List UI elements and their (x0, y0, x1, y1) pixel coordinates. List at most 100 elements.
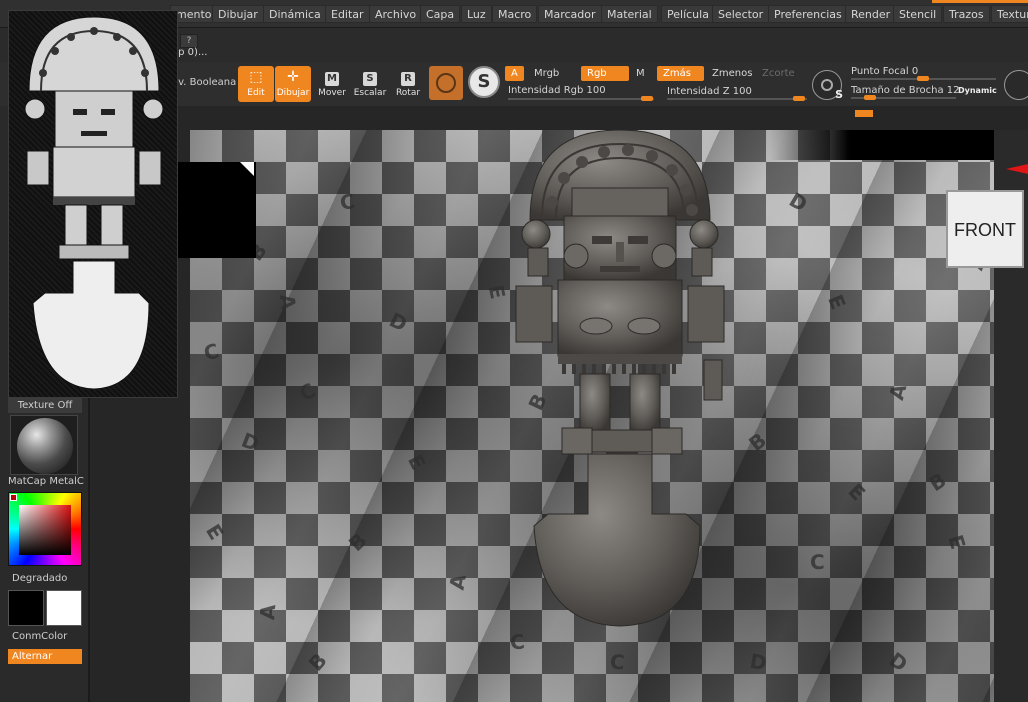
texture-button[interactable]: Texture Off (8, 398, 82, 413)
draw-button[interactable]: ✛ Dibujar (275, 66, 311, 102)
rgb-intensity-slider[interactable]: Intensidad Rgb 100 (508, 85, 606, 96)
cloth-letter: B (744, 427, 772, 457)
scale-icon: S (352, 66, 388, 88)
menu-item[interactable]: Render (845, 5, 897, 23)
menu-item[interactable]: Selector (712, 5, 770, 23)
draw-label: Dibujar (276, 88, 310, 98)
cloth-letter: B (343, 528, 372, 556)
menu-item[interactable]: Dinámica (263, 5, 327, 23)
cloth-letter: D (884, 647, 913, 677)
z-intensity-knob[interactable] (793, 96, 805, 101)
menu-item[interactable]: Dibujar (212, 5, 264, 23)
menu-item[interactable]: Textur (991, 5, 1028, 23)
menu-item[interactable]: Editar (325, 5, 370, 23)
red-arrow-icon (1006, 164, 1028, 174)
menu-item[interactable]: Capa (420, 5, 461, 23)
secondary-color-swatch[interactable] (46, 590, 82, 626)
menu-accent-strip (932, 0, 1028, 3)
rotate-button[interactable]: R Rotar (390, 66, 426, 102)
stroke-icon (821, 79, 833, 91)
cloth-letter: E (483, 282, 510, 302)
menu-item[interactable]: Trazos (943, 5, 990, 23)
color-picker[interactable] (8, 492, 82, 566)
edit-button[interactable]: ⬚ Edit (238, 66, 274, 102)
cloth-letter: E (943, 531, 971, 553)
move-icon: M (314, 66, 350, 88)
focal-slider[interactable]: Punto Focal 0 (851, 66, 918, 77)
toggle-button[interactable]: Alternar (8, 649, 82, 664)
cloth-letter: C (508, 629, 526, 655)
reference-statue-graphic (24, 16, 164, 390)
menu-item[interactable]: Material (601, 5, 658, 23)
cloth-letter: D (785, 187, 812, 217)
brush-button[interactable] (429, 66, 463, 100)
brush-size-knob[interactable] (864, 95, 876, 100)
menu-item[interactable]: Marcador (538, 5, 602, 23)
z-intensity-slider[interactable]: Intensidad Z 100 (667, 86, 752, 97)
mode-zcut-button[interactable]: Zcorte (756, 66, 801, 81)
mode-zsub-button[interactable]: Zmenos (706, 66, 758, 81)
cloth-letter: A (274, 292, 301, 312)
stroke-settings-button[interactable]: S (812, 70, 843, 101)
symmetry-button[interactable]: S (468, 66, 500, 98)
mode-mrgb-button[interactable]: Mrgb (528, 66, 565, 81)
cloth-letter: C (809, 549, 825, 575)
cloth-letter: E (843, 478, 871, 506)
switch-color-label[interactable]: ConmColor (12, 631, 67, 642)
mode-rgb-button[interactable]: Rgb (581, 66, 629, 81)
color-picker-marker[interactable] (10, 494, 17, 501)
scale-label: Escalar (353, 88, 387, 98)
dynamic-toggle[interactable]: Dynamic (958, 86, 997, 95)
mode-m-button[interactable]: M (630, 66, 651, 81)
mode-a-button[interactable]: A (505, 66, 524, 81)
menu-item[interactable]: Película (661, 5, 715, 23)
rgb-intensity-knob[interactable] (641, 96, 653, 101)
stroke-s-label: S (835, 88, 843, 101)
cloth-letter: C (337, 188, 357, 216)
move-label: Mover (318, 88, 346, 98)
z-intensity-track[interactable] (667, 98, 807, 100)
reference-image (8, 10, 178, 398)
shelf-marker (855, 110, 873, 117)
gradient-label[interactable]: Degradado (12, 573, 67, 584)
focal-knob[interactable] (917, 76, 929, 81)
cloth-letter: B (303, 648, 332, 676)
cloth-letter: C (609, 649, 626, 675)
cloth-letter: E (823, 291, 851, 313)
sculpted-model[interactable] (512, 129, 728, 628)
help-button[interactable]: ? (180, 34, 198, 48)
edit-icon: ⬚ (249, 69, 263, 85)
cloth-letter: D (748, 648, 769, 676)
primary-color-swatch[interactable] (8, 590, 44, 626)
color-picker-square[interactable] (19, 505, 71, 555)
cloth-letter: A (255, 603, 281, 621)
menu-item[interactable]: Macro (492, 5, 538, 23)
statue-graphic (515, 129, 725, 627)
menu-item[interactable]: Preferencias (768, 5, 848, 23)
rgb-intensity-value: 100 (586, 85, 606, 96)
boolean-label[interactable]: ev. Booleana (172, 77, 236, 88)
rgb-intensity-track[interactable] (508, 98, 654, 100)
menu-item[interactable]: Archivo (369, 5, 423, 23)
scale-button[interactable]: S Escalar (352, 66, 388, 102)
cloth-letter: A (884, 381, 912, 403)
mode-zadd-button[interactable]: Zmás (657, 66, 704, 81)
view-cube[interactable]: FRONT (946, 190, 1024, 268)
matcap-button[interactable] (10, 415, 78, 475)
menu-item[interactable]: Stencil (893, 5, 943, 23)
reference-overlay-square (178, 162, 256, 258)
lazy-mouse-button[interactable] (1004, 70, 1028, 100)
cloth-letter: E (403, 450, 431, 474)
matcap-sphere (17, 418, 73, 474)
cloth-letter: B (924, 467, 951, 497)
cloth-letter: A (444, 572, 471, 592)
rotate-icon: R (390, 66, 426, 88)
rotate-label: Rotar (395, 88, 421, 98)
corner-triangle-icon (240, 162, 254, 176)
brush-icon (436, 73, 456, 93)
cloth-letter: D (385, 307, 412, 337)
move-button[interactable]: M Mover (314, 66, 350, 102)
cloth-letter: C (295, 377, 320, 407)
z-intensity-value: 100 (732, 86, 752, 97)
menu-item[interactable]: Luz (461, 5, 492, 23)
